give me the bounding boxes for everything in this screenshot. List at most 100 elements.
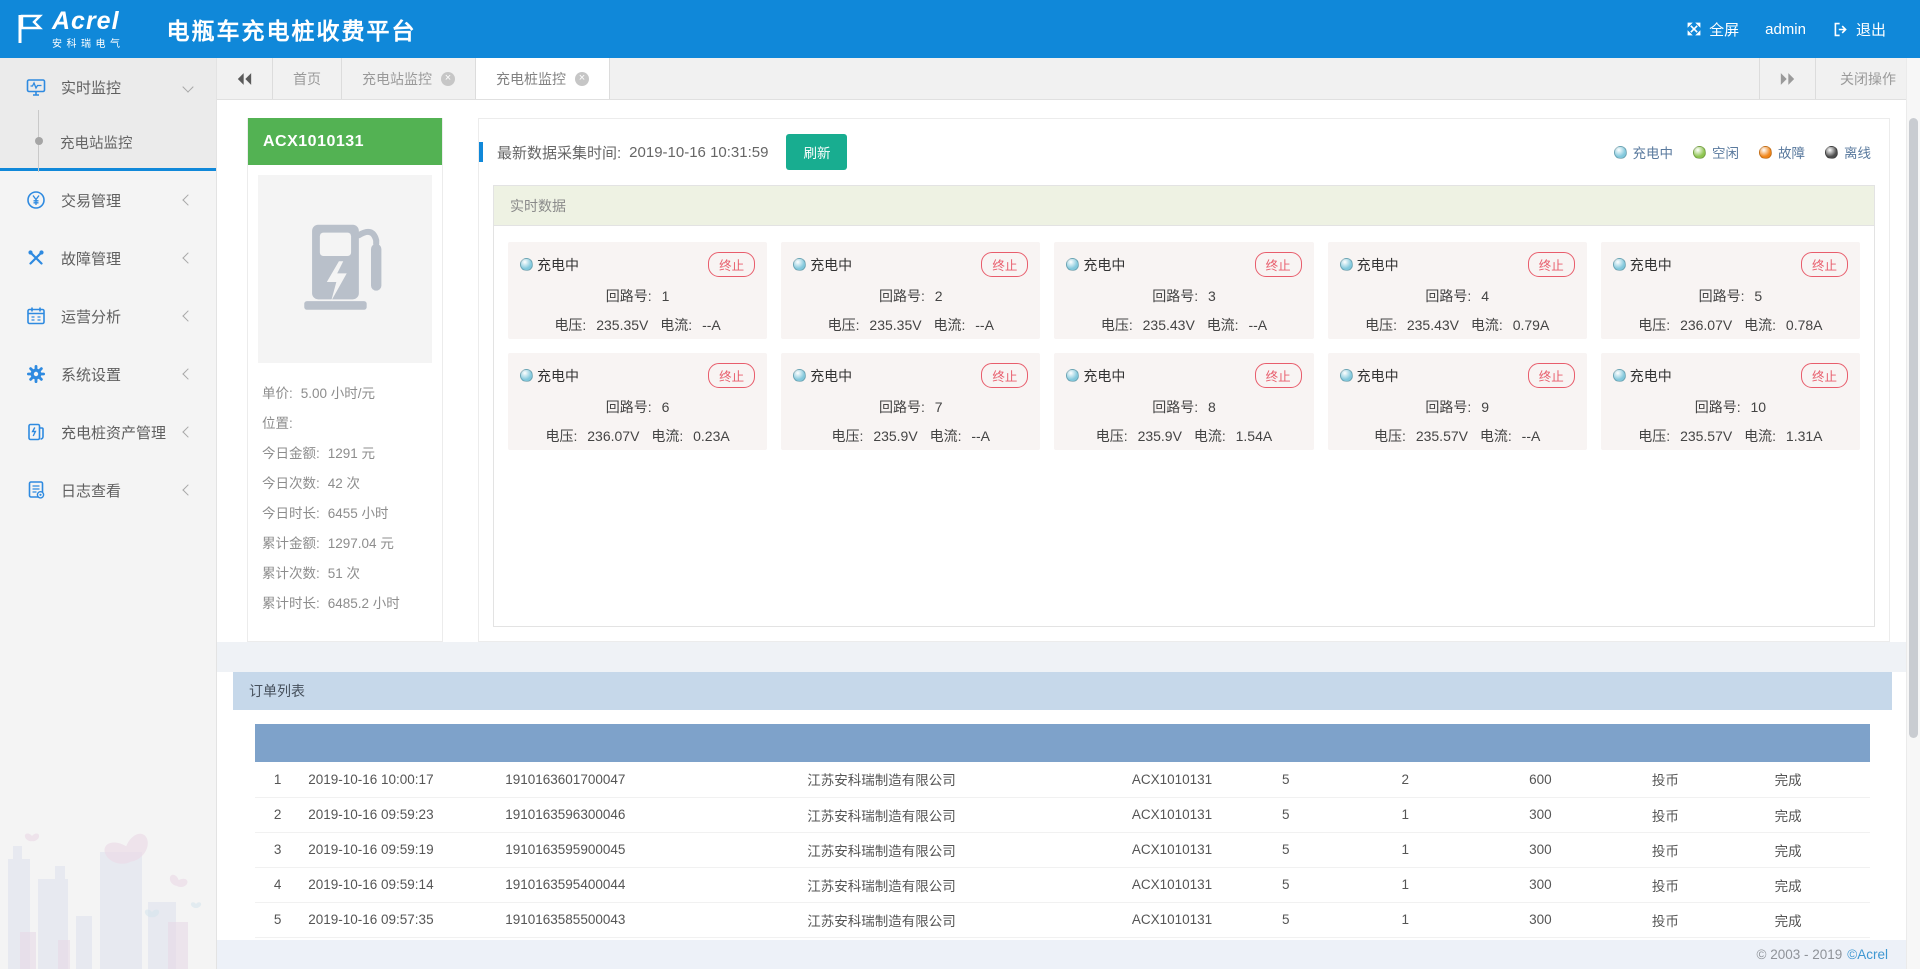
sidebar-item-label: 实时监控 [61,77,121,98]
chevron-left-icon [182,252,193,263]
vertical-scrollbar[interactable] [1906,58,1920,969]
fullscreen-button[interactable]: 全屏 [1678,19,1747,40]
refresh-button[interactable]: 刷新 [786,134,847,170]
loop-label: 回路号: [606,288,652,304]
voltage-label: 电压: [1096,428,1128,444]
sidebar-item-pile-assets[interactable]: 充电桩资产管理 [0,403,216,461]
orders-section: 订单列表 [233,672,1892,938]
current-value: 0.23A [693,428,730,444]
stat-value: 5.00 小时/元 [301,382,375,402]
column-header [1767,724,1870,762]
brand-logo: Acrel 安科瑞电气 [18,9,125,50]
stop-button[interactable]: 终止 [981,363,1028,388]
cell-pile-id: ACX1010131 [1124,797,1274,832]
stat-label: 今日次数: [262,472,320,492]
cell-amount: 2 [1394,762,1522,797]
logout-button[interactable]: 退出 [1824,19,1894,40]
chevron-left-icon [182,310,193,321]
stop-button[interactable]: 终止 [708,363,755,388]
fullscreen-icon [1686,21,1702,37]
loop-number: 2 [935,288,943,304]
channel-card: 充电中 终止 回路号: 10 电压: 235.5 [1601,353,1860,450]
close-operations-button[interactable]: 关闭操作 [1815,58,1920,99]
scrollbar-thumb[interactable] [1909,118,1918,738]
collect-time-label: 最新数据采集时间: [497,142,621,163]
loop-label: 回路号: [879,399,925,415]
stop-button[interactable]: 终止 [1528,252,1575,277]
column-header [300,724,497,762]
stop-button[interactable]: 终止 [1801,363,1848,388]
brand-link[interactable]: ©Acrel [1847,947,1888,962]
pile-stat-row: 今日时长: 6455 小时 [262,497,428,527]
sidebar-item-transactions[interactable]: 交易管理 [0,171,216,229]
tab-forward-icon [1780,72,1795,86]
stop-button[interactable]: 终止 [981,252,1028,277]
channel-card: 充电中 终止 回路号: 4 电压: 235.43 [1328,242,1587,339]
pile-id: ACX1010131 [248,118,442,165]
tab-close-icon[interactable] [441,72,455,86]
sidebar-subitem-station-monitor[interactable]: 充电站监控 [0,116,216,168]
column-header [1124,724,1274,762]
stat-label: 累计金额: [262,532,320,552]
tabs-scroll-right-button[interactable] [1759,58,1815,99]
status-dot-icon [1759,146,1772,159]
current-label: 电流: [1480,428,1512,444]
tab-close-icon[interactable] [575,72,589,86]
cell-created-date: 2019-10-16 09:57:35 [300,902,497,937]
stop-button[interactable]: 终止 [1255,252,1302,277]
cell-order-status: 完成 [1767,762,1870,797]
cell-amount: 1 [1394,867,1522,902]
stop-button[interactable]: 终止 [1255,363,1302,388]
log-icon [26,480,46,500]
current-value: 0.79A [1513,317,1550,333]
tab-station-monitor[interactable]: 充电站监控 [342,58,476,99]
tab-label: 充电站监控 [362,69,432,89]
current-user[interactable]: admin [1757,21,1814,38]
stop-button[interactable]: 终止 [1801,252,1848,277]
orders-table: 1 2019-10-16 10:00:17 1910163601700047 江… [255,724,1870,938]
channel-status: 充电中 [1083,366,1125,386]
pile-asset-icon [26,422,46,442]
tab-label: 首页 [293,69,321,89]
voltage-label: 电压: [554,317,586,333]
status-dot-icon [520,258,533,271]
channel-status: 充电中 [1357,255,1399,275]
stat-label: 累计时长: [262,592,320,612]
tab-home[interactable]: 首页 [273,58,342,99]
fault-icon [26,248,46,268]
sidebar-item-logs[interactable]: 日志查看 [0,461,216,519]
channel-grid: 充电中 终止 回路号: 1 电压: 235.35 [494,226,1874,466]
current-value: 1.31A [1786,428,1823,444]
realtime-monitor-panel: 最新数据采集时间: 2019-10-16 10:31:59 刷新 充电中 空闲 [478,118,1890,642]
cell-amount: 1 [1394,832,1522,867]
tab-back-icon [237,72,252,86]
stop-button[interactable]: 终止 [708,252,755,277]
stat-value: 1291 元 [328,442,375,462]
sidebar-item-realtime-monitor[interactable]: 实时监控 [0,58,216,116]
current-value: --A [971,428,990,444]
cell-station-name: 江苏安科瑞制造有限公司 [799,797,1124,832]
tab-label: 充电桩监控 [496,69,566,89]
sidebar-item-analysis[interactable]: 运营分析 [0,287,216,345]
cell-username [662,867,799,902]
sidebar-item-settings[interactable]: 系统设置 [0,345,216,403]
cell-charge-minutes: 300 [1521,902,1644,937]
tabs-scroll-left-button[interactable] [217,58,273,99]
stop-button[interactable]: 终止 [1528,363,1575,388]
logout-label: 退出 [1856,19,1886,40]
channel-card: 充电中 终止 回路号: 7 电压: 235.9V [781,353,1040,450]
cell-username [662,797,799,832]
page-title: 电瓶车充电桩收费平台 [167,12,417,46]
cell-order-status: 完成 [1767,832,1870,867]
tab-pile-monitor[interactable]: 充电桩监控 [476,58,610,99]
cell-pay-method: 投币 [1644,762,1767,797]
status-dot-icon [793,369,806,382]
legend-label: 充电中 [1633,142,1674,162]
current-value: 0.78A [1786,317,1823,333]
order-row: 1 2019-10-16 10:00:17 1910163601700047 江… [255,762,1870,797]
cityscape-decoration [0,784,217,969]
sidebar-item-faults[interactable]: 故障管理 [0,229,216,287]
voltage-label: 电压: [1365,317,1397,333]
column-header [1394,724,1522,762]
status-dot-icon [1825,146,1838,159]
